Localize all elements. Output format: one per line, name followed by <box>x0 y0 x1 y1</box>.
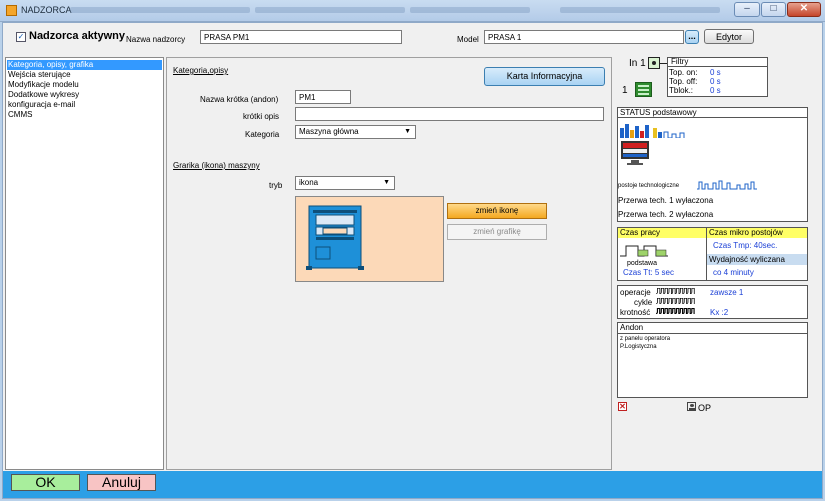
status-bars-icon <box>620 124 685 138</box>
tblok-value: 0 s <box>710 86 721 95</box>
andon-title: Andon <box>620 323 644 332</box>
short-name-input[interactable]: PM1 <box>295 90 351 104</box>
chevron-down-icon: ▼ <box>383 179 390 186</box>
short-desc-input[interactable] <box>295 107 604 121</box>
short-desc-label: krótki opis <box>243 112 280 121</box>
mode-label: tryb <box>269 181 283 190</box>
tt-value: Czas Tt: 5 sec <box>623 268 674 277</box>
operations-value: zawsze 1 <box>710 288 744 297</box>
name-label: Nazwa nadzorcy <box>126 35 186 44</box>
divider <box>668 66 767 67</box>
window-title: NADZORCA <box>21 5 72 15</box>
operations-label: operacje <box>620 288 651 297</box>
short-name-label: Nazwa krótka (andon) <box>200 95 279 104</box>
monitor-icon <box>621 141 649 165</box>
multiplicity-wave-icon: ЛЛЛЛЛЛЛЛЛЛ <box>656 307 695 316</box>
tblok-label: Tblok.: <box>669 86 694 95</box>
nav-item-email[interactable]: konfiguracja e-mail <box>7 100 162 110</box>
machine-icon-preview <box>295 196 444 282</box>
status-title: STATUS podstawowy <box>620 108 697 117</box>
title-blur <box>70 7 250 13</box>
input-indicator-icon <box>648 57 660 69</box>
andon-line2: P.Logistyczna <box>620 344 657 350</box>
maximize-button[interactable]: □ <box>761 2 786 17</box>
title-blur <box>255 7 405 13</box>
divider <box>618 333 807 334</box>
calc-eff-value: co 4 minuty <box>713 268 754 277</box>
cycles-wave-icon: ЛЛЛЛЛЛЛЛЛЛ <box>656 297 695 306</box>
tech-stops-label: postoje technologiczne <box>618 183 680 189</box>
basic-label: podstawa <box>627 260 657 267</box>
cancel-button[interactable]: Anuluj <box>87 474 156 491</box>
counter-label: 1 <box>622 85 628 96</box>
nav-item-cmms[interactable]: CMMS <box>7 110 162 120</box>
active-checkbox[interactable]: ✓ <box>16 32 26 42</box>
mode-select[interactable]: ikona ▼ <box>295 176 395 190</box>
multiplicity-label: krotność <box>620 308 651 317</box>
micro-stops-title: Czas mikro postojów <box>709 228 783 237</box>
tech-stops-wave-icon <box>697 180 757 190</box>
operations-wave-icon: ЛЛЛЛЛЛЛЛЛЛ <box>656 287 695 296</box>
change-icon-button[interactable]: zmień ikonę <box>447 203 547 219</box>
press-machine-icon <box>306 205 364 270</box>
minimize-button[interactable]: – <box>734 2 760 17</box>
tmp-value: Czas Tmp: 40sec. <box>713 241 778 250</box>
cycles-label: cykle <box>634 298 653 307</box>
ok-button[interactable]: OK <box>11 474 80 491</box>
op-label: OP <box>698 403 712 413</box>
close-button[interactable]: ✕ <box>787 2 821 17</box>
change-graphic-button[interactable]: zmień grafikę <box>447 224 547 240</box>
in-label: In 1 <box>629 58 646 69</box>
operator-icon[interactable] <box>687 402 696 411</box>
info-card-button[interactable]: Karta Informacyjna <box>484 67 605 86</box>
active-label: Nadzorca aktywny <box>29 30 125 42</box>
browse-button[interactable]: ... <box>685 30 699 44</box>
calc-eff-title: Wydajność wyliczana <box>709 255 785 264</box>
nav-item-category[interactable]: Kategoria, opisy, grafika <box>7 60 162 70</box>
app-icon <box>6 5 17 16</box>
counter-icon <box>635 82 652 97</box>
mode-value: ikona <box>299 178 319 187</box>
section-category-title: Kategoria,opisy <box>173 66 229 75</box>
work-time-wave-icon <box>620 245 668 257</box>
title-blur <box>410 7 530 13</box>
title-blur <box>560 7 720 13</box>
category-label: Kategoria <box>245 130 280 139</box>
name-input[interactable]: PRASA PM1 <box>200 30 402 44</box>
chevron-down-icon: ▼ <box>404 128 411 135</box>
category-select[interactable]: Maszyna główna ▼ <box>295 125 416 139</box>
nav-item-inputs[interactable]: Wejścia sterujące <box>7 70 162 80</box>
sidebar: Kategoria, opisy, grafika Wejścia steruj… <box>5 57 164 470</box>
break2-label: Przerwa tech. 2 wyłaczona <box>618 210 714 219</box>
multiplicity-value: Kx :2 <box>710 308 729 317</box>
model-label: Model <box>457 35 479 44</box>
nav-item-extra-charts[interactable]: Dodatkowe wykresy <box>7 90 162 100</box>
section-graphic-title: Grarika (ikona) maszyny <box>173 161 260 170</box>
editor-button[interactable]: Edytor <box>704 29 754 44</box>
stop-sign-icon[interactable]: ✕ <box>618 402 627 411</box>
work-time-title: Czas pracy <box>620 228 661 237</box>
model-input[interactable]: PRASA 1 <box>484 30 684 44</box>
category-value: Maszyna główna <box>299 127 359 136</box>
andon-line1: z panelu operatora <box>620 336 671 342</box>
nav-item-model-mods[interactable]: Modyfikacje modelu <box>7 80 162 90</box>
break1-label: Przerwa tech. 1 wyłaczona <box>618 196 714 205</box>
